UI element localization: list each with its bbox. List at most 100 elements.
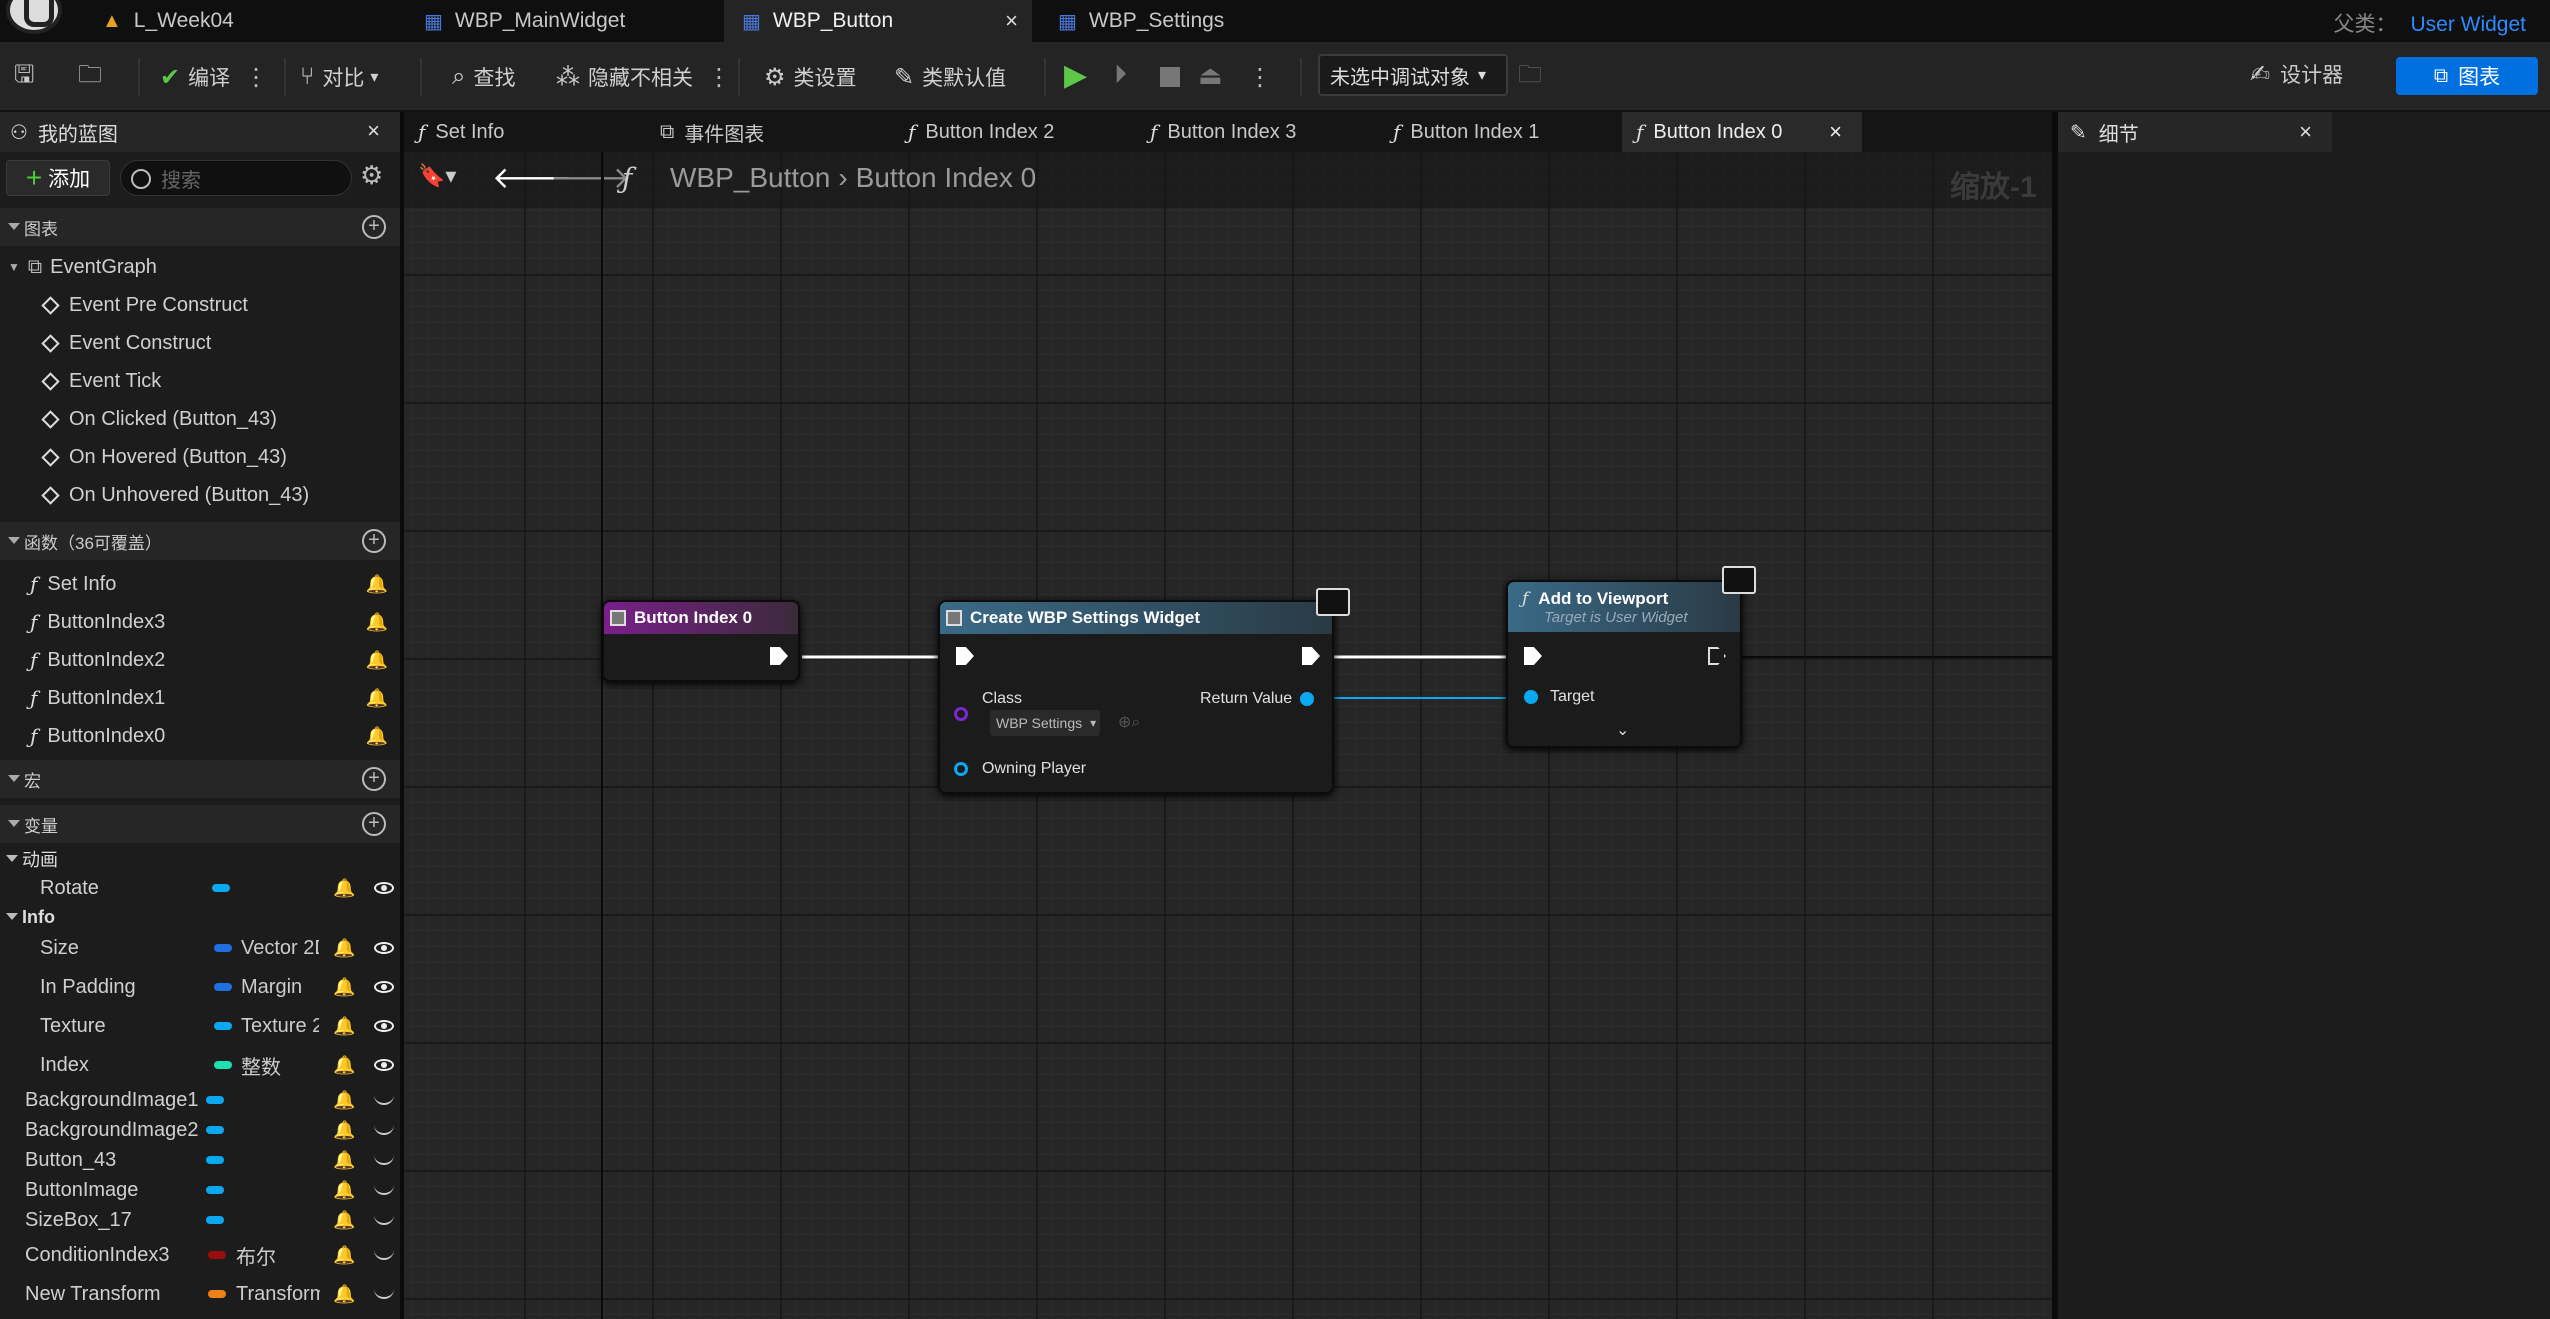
- eject-icon[interactable]: ⏏: [1198, 55, 1223, 95]
- tab-button-index-0[interactable]: ƒ Button Index 0 ×: [1622, 112, 1862, 152]
- expand-node-icon[interactable]: ⌄: [1616, 720, 1629, 740]
- sidebar-item-function[interactable]: ƒ Set Info 🔔: [0, 565, 400, 603]
- sidebar-item-event[interactable]: Event Construct: [0, 324, 400, 362]
- eye-closed-icon[interactable]: [374, 1215, 394, 1225]
- add-to-viewport-node[interactable]: ƒ Add to Viewport Target is User Widget T…: [1506, 580, 1742, 748]
- add-macro-icon[interactable]: +: [362, 767, 386, 791]
- tab-wbp-mainwidget[interactable]: ▦ WBP_MainWidget: [406, 0, 724, 42]
- eye-closed-icon[interactable]: [374, 1289, 394, 1299]
- search-input[interactable]: 搜索: [120, 160, 352, 196]
- exec-out-pin[interactable]: [1708, 647, 1726, 665]
- sidebar-item-function[interactable]: ƒ ButtonIndex2 🔔: [0, 641, 400, 679]
- macros-section-header[interactable]: 宏 +: [0, 760, 400, 798]
- compile-button[interactable]: ✔ 编译 ⋮: [160, 57, 268, 97]
- variable-row[interactable]: BackgroundImage1 🔔: [0, 1083, 400, 1117]
- compile-options-icon[interactable]: ⋮: [244, 63, 268, 92]
- graph-mode-button[interactable]: ⧉ 图表: [2396, 57, 2538, 95]
- eye-closed-icon[interactable]: [374, 1185, 394, 1195]
- variable-row[interactable]: ButtonImage 🔔: [0, 1173, 400, 1207]
- tab-set-info[interactable]: ƒ Set Info: [418, 112, 638, 152]
- eye-icon[interactable]: [374, 1059, 394, 1071]
- eye-closed-icon[interactable]: [374, 1095, 394, 1105]
- exec-in-pin[interactable]: [1524, 647, 1542, 665]
- play-icon[interactable]: ▶: [1064, 55, 1087, 95]
- variable-row[interactable]: SizeBox_17 🔔: [0, 1203, 400, 1237]
- tab-wbp-settings[interactable]: ▦ WBP_Settings: [1040, 0, 1340, 42]
- sidebar-item-event[interactable]: On Clicked (Button_43): [0, 400, 400, 438]
- exec-out-pin[interactable]: [770, 647, 788, 665]
- tab-button-index-3[interactable]: ƒ Button Index 3: [1150, 112, 1370, 152]
- sidebar-item-event[interactable]: Event Tick: [0, 362, 400, 400]
- sidebar-item-eventgraph[interactable]: ▼ ⧉ EventGraph: [0, 248, 400, 286]
- sidebar-item-function[interactable]: ƒ ButtonIndex0 🔔: [0, 717, 400, 755]
- close-icon[interactable]: ×: [2299, 119, 2312, 145]
- eye-icon[interactable]: [374, 942, 394, 954]
- sidebar-item-function[interactable]: ƒ ButtonIndex3 🔔: [0, 603, 400, 641]
- designer-mode-button[interactable]: ✍ 设计器: [2250, 59, 2343, 89]
- gear-icon[interactable]: ⚙: [360, 160, 383, 191]
- browse-icon[interactable]: 🗀: [78, 57, 110, 97]
- variable-row[interactable]: Rotate 🔔: [0, 871, 400, 905]
- variable-row[interactable]: Size Vector 2D 🔔: [0, 931, 400, 965]
- class-settings-button[interactable]: ⚙ 类设置: [764, 57, 857, 97]
- eye-closed-icon[interactable]: [374, 1125, 394, 1135]
- debug-object-dropdown[interactable]: 未选中调试对象 ▾: [1318, 54, 1508, 96]
- diff-button[interactable]: ⑂ 对比 ▾: [300, 57, 378, 97]
- eye-icon[interactable]: [374, 882, 394, 894]
- owning-player-pin[interactable]: [954, 762, 968, 776]
- sidebar-item-event[interactable]: On Hovered (Button_43): [0, 438, 400, 476]
- sidebar-item-function[interactable]: ƒ ButtonIndex1 🔔: [0, 679, 400, 717]
- graphs-section-header[interactable]: 图表 +: [0, 208, 400, 246]
- save-icon[interactable]: 🖫: [14, 57, 42, 97]
- tab-wbp-button[interactable]: ▦ WBP_Button ×: [724, 0, 1032, 42]
- variable-row[interactable]: ConditionIndex3 布尔 🔔: [0, 1238, 400, 1272]
- sidebar-item-event[interactable]: Event Pre Construct: [0, 286, 400, 324]
- functions-section-header[interactable]: 函数（36可覆盖） +: [0, 522, 400, 560]
- class-defaults-button[interactable]: ✎ 类默认值: [894, 57, 1006, 97]
- debug-filter-icon[interactable]: 🗀: [1518, 57, 1542, 97]
- variables-section-header[interactable]: 变量 +: [0, 805, 400, 843]
- step-icon[interactable]: ⏵: [1114, 55, 1127, 95]
- add-function-icon[interactable]: +: [362, 529, 386, 553]
- sidebar-item-event[interactable]: On Unhovered (Button_43): [0, 476, 400, 514]
- variable-row[interactable]: Texture Texture 2D 🔔: [0, 1009, 400, 1043]
- create-widget-node[interactable]: Create WBP Settings Widget Class WBP Set…: [938, 600, 1334, 794]
- details-tab[interactable]: ✎ 细节 ×: [2058, 112, 2332, 152]
- eye-icon[interactable]: [374, 981, 394, 993]
- variable-row[interactable]: Button_43 🔔: [0, 1143, 400, 1177]
- tab-level[interactable]: ▲ L_Week04: [84, 0, 406, 42]
- add-variable-icon[interactable]: +: [362, 812, 386, 836]
- variable-category-anim[interactable]: 动画: [0, 845, 400, 873]
- close-icon[interactable]: ×: [1829, 119, 1842, 145]
- exec-out-pin[interactable]: [1302, 647, 1320, 665]
- add-button[interactable]: + 添加: [6, 160, 110, 196]
- use-selected-icon[interactable]: ⊕⌕: [1118, 712, 1140, 732]
- eye-icon[interactable]: [374, 1020, 394, 1032]
- close-icon[interactable]: ×: [367, 118, 380, 144]
- my-blueprint-tab[interactable]: ⚇ 我的蓝图 ×: [0, 112, 400, 152]
- hide-unrelated-options-icon[interactable]: ⋮: [707, 63, 731, 92]
- exec-in-pin[interactable]: [956, 647, 974, 665]
- variable-row[interactable]: BackgroundImage2 🔔: [0, 1113, 400, 1147]
- tab-button-index-1[interactable]: ƒ Button Index 1: [1393, 112, 1613, 152]
- tab-event-graph[interactable]: ⧉ 事件图表: [660, 112, 880, 152]
- find-button[interactable]: ⌕ 查找: [452, 57, 515, 97]
- play-options-icon[interactable]: ⋮: [1248, 57, 1272, 97]
- hide-unrelated-button[interactable]: ⁂ 隐藏不相关 ⋮: [556, 57, 731, 97]
- eye-closed-icon[interactable]: [374, 1250, 394, 1260]
- variable-category-info[interactable]: Info: [0, 903, 400, 931]
- function-entry-node[interactable]: Button Index 0: [602, 600, 800, 682]
- variable-row[interactable]: In Padding Margin 🔔: [0, 970, 400, 1004]
- variable-row[interactable]: Index 整数 🔔: [0, 1048, 400, 1082]
- eye-closed-icon[interactable]: [374, 1155, 394, 1165]
- stop-icon[interactable]: [1160, 57, 1180, 97]
- variable-row[interactable]: New Transform Transform 🔔: [0, 1277, 400, 1311]
- parent-class-link[interactable]: User Widget: [2410, 13, 2526, 36]
- target-pin[interactable]: [1524, 690, 1538, 704]
- close-tab-icon[interactable]: ×: [1005, 8, 1018, 34]
- class-select[interactable]: WBP Settings ▾: [990, 710, 1100, 736]
- return-value-pin[interactable]: [1300, 692, 1314, 706]
- class-pin[interactable]: [954, 707, 968, 721]
- tab-button-index-2[interactable]: ƒ Button Index 2: [908, 112, 1128, 152]
- add-graph-icon[interactable]: +: [362, 215, 386, 239]
